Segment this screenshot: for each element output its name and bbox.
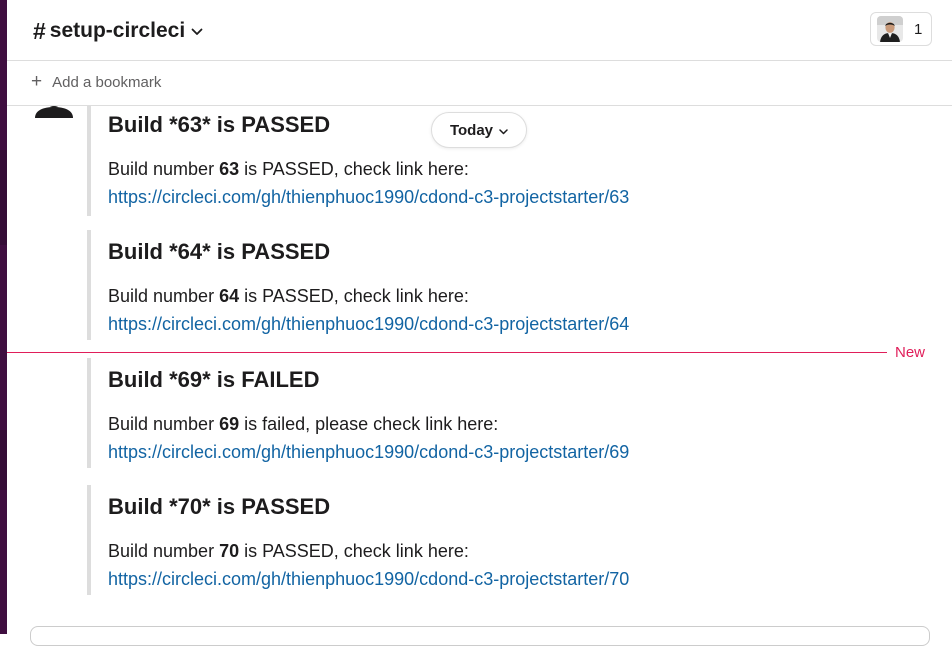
message-list[interactable]: Build *63* is PASSED Build number 63 is … bbox=[7, 106, 952, 634]
member-count: 1 bbox=[914, 20, 923, 38]
default-user-avatar-icon bbox=[33, 106, 75, 128]
sidebar-edge-segment bbox=[0, 430, 7, 490]
channel-hash: # bbox=[33, 17, 46, 44]
build-link[interactable]: https://circleci.com/gh/thienphuoc1990/c… bbox=[108, 565, 927, 593]
build-number: 70 bbox=[219, 541, 240, 561]
date-label: Today bbox=[449, 121, 494, 139]
plus-icon: + bbox=[31, 71, 43, 92]
add-bookmark-button[interactable]: + Add a bookmark bbox=[31, 71, 162, 92]
members-button[interactable]: 1 bbox=[870, 12, 932, 46]
new-messages-divider: New bbox=[7, 344, 952, 361]
message-attachment: Build *70* is PASSED Build number 70 is … bbox=[87, 485, 927, 595]
attachment-title: Build *64* is PASSED bbox=[108, 239, 331, 264]
build-number: 64 bbox=[219, 286, 240, 306]
attachment-text: Build number 64 is PASSED, check link he… bbox=[108, 286, 469, 306]
build-number: 69 bbox=[219, 414, 240, 434]
date-divider-today-button[interactable]: Today bbox=[431, 112, 527, 148]
build-link[interactable]: https://circleci.com/gh/thienphuoc1990/c… bbox=[108, 310, 927, 338]
add-bookmark-label: Add a bookmark bbox=[52, 73, 162, 91]
attachment-title: Build *70* is PASSED bbox=[108, 494, 331, 519]
workspace-sidebar-edge bbox=[0, 0, 7, 634]
bookmarks-bar: + Add a bookmark bbox=[7, 61, 952, 106]
attachment-text: Build number 63 is PASSED, check link he… bbox=[108, 159, 469, 179]
build-number: 63 bbox=[219, 159, 240, 179]
chevron-down-icon bbox=[191, 23, 203, 41]
chevron-down-icon bbox=[499, 122, 508, 139]
build-link[interactable]: https://circleci.com/gh/thienphuoc1990/c… bbox=[108, 183, 927, 211]
build-link[interactable]: https://circleci.com/gh/thienphuoc1990/c… bbox=[108, 438, 927, 466]
message-composer[interactable] bbox=[30, 626, 930, 646]
new-messages-line bbox=[7, 352, 887, 353]
message-attachment: Build *64* is PASSED Build number 64 is … bbox=[87, 230, 927, 340]
message-attachment: Build *69* is FAILED Build number 69 is … bbox=[87, 358, 927, 468]
channel-name-button[interactable]: # setup-circleci bbox=[33, 16, 203, 46]
channel-name: setup-circleci bbox=[49, 19, 186, 42]
attachment-text: Build number 69 is failed, please check … bbox=[108, 414, 499, 434]
user-avatar-icon bbox=[877, 16, 903, 42]
attachment-title: Build *69* is FAILED bbox=[108, 367, 320, 392]
channel-header: # setup-circleci 1 bbox=[7, 0, 952, 61]
attachment-text: Build number 70 is PASSED, check link he… bbox=[108, 541, 469, 561]
sidebar-edge-segment bbox=[0, 150, 7, 245]
